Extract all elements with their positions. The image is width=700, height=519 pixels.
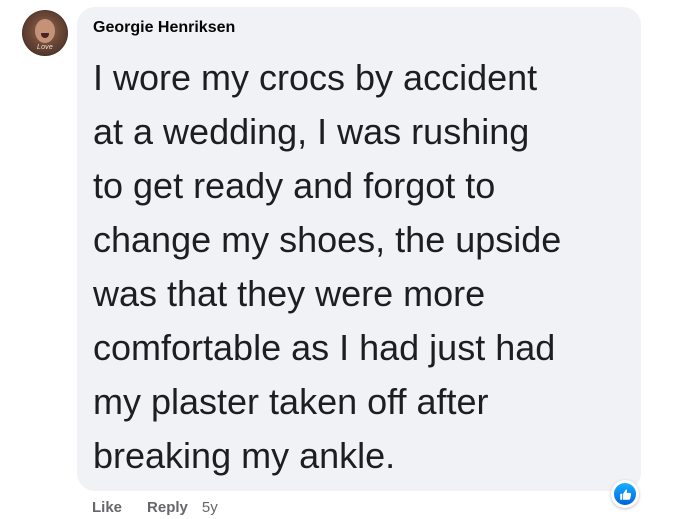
avatar[interactable]: Love bbox=[22, 10, 68, 56]
reply-button[interactable]: Reply bbox=[147, 499, 188, 516]
like-button[interactable]: Like bbox=[92, 499, 122, 516]
avatar-face bbox=[35, 19, 55, 43]
reaction-badge[interactable] bbox=[611, 480, 639, 508]
like-reaction-icon bbox=[614, 483, 636, 505]
thumbs-up-icon bbox=[619, 488, 631, 500]
comment-container: Love Georgie Henriksen I wore my crocs b… bbox=[0, 0, 700, 519]
comment-text: I wore my crocs by accident at a wedding… bbox=[93, 57, 562, 476]
comment-actions: Like Reply 5y bbox=[92, 497, 218, 517]
comment-author[interactable]: Georgie Henriksen bbox=[93, 19, 235, 37]
comment-bubble: Georgie Henriksen I wore my crocs by acc… bbox=[77, 7, 641, 491]
avatar-caption: Love bbox=[37, 44, 53, 51]
comment-timestamp[interactable]: 5y bbox=[202, 499, 218, 516]
